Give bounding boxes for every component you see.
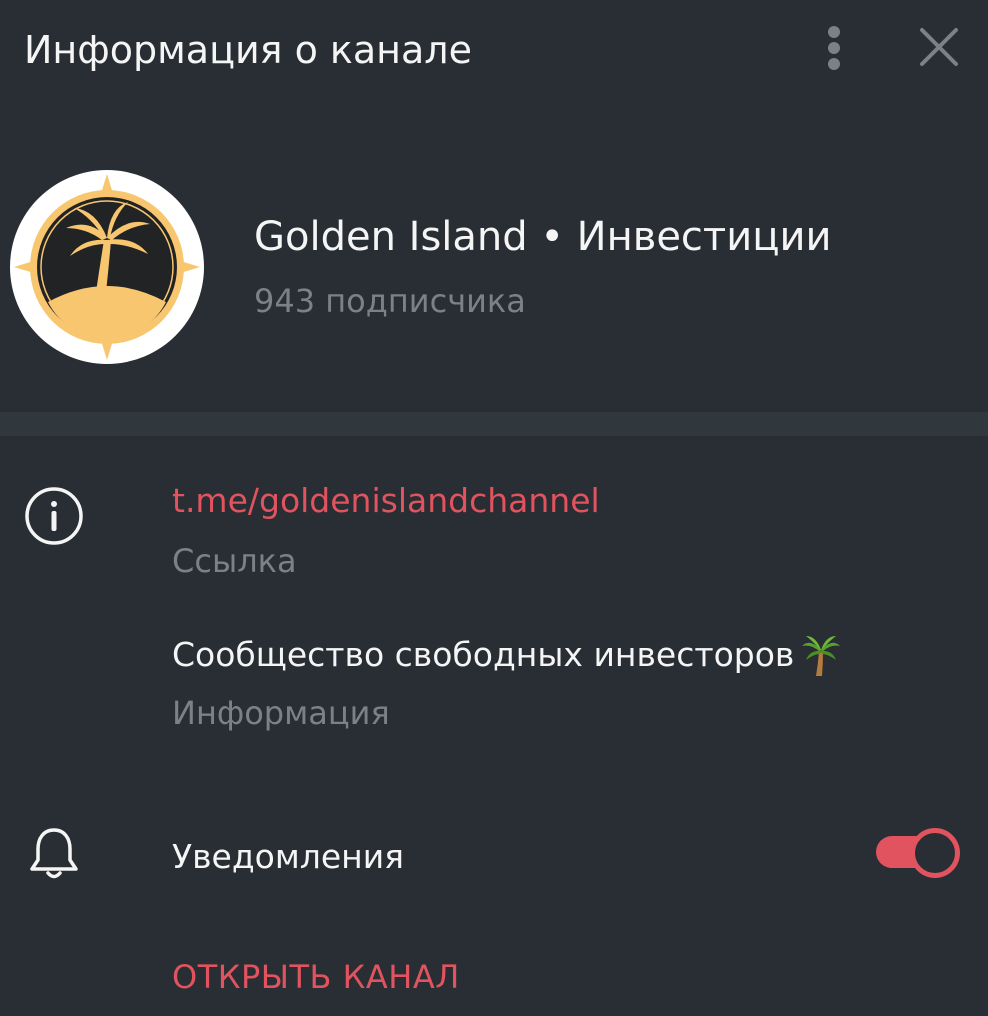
toggle-knob [910, 828, 960, 878]
channel-profile: Golden Island • Инвестиции 943 подписчик… [0, 100, 988, 412]
open-channel-button[interactable]: ОТКРЫТЬ КАНАЛ [172, 954, 460, 1000]
channel-link[interactable]: t.me/goldenislandchannel [172, 478, 600, 524]
channel-name: Golden Island • Инвестиции [254, 214, 832, 260]
avatar[interactable] [10, 170, 204, 364]
notifications-label: Уведомления [172, 837, 405, 876]
more-vertical-icon [828, 26, 840, 70]
description-label: Информация [172, 694, 390, 732]
subscriber-count: 943 подписчика [254, 282, 526, 320]
link-label: Ссылка [172, 542, 297, 580]
bell-icon [26, 824, 82, 884]
notifications-toggle[interactable] [874, 826, 960, 878]
close-button[interactable] [914, 22, 964, 72]
close-icon [920, 28, 958, 66]
palm-island-logo [14, 174, 200, 360]
header: Информация о канале [0, 0, 988, 100]
page-title: Информация о канале [24, 28, 472, 72]
description-text: Сообщество свободных инвесторов [172, 635, 795, 674]
more-menu-button[interactable] [812, 22, 856, 78]
channel-description: Сообщество свободных инвесторов [172, 632, 842, 678]
info-icon [24, 486, 84, 546]
section-divider [0, 412, 988, 436]
palm-tree-emoji [800, 632, 842, 678]
